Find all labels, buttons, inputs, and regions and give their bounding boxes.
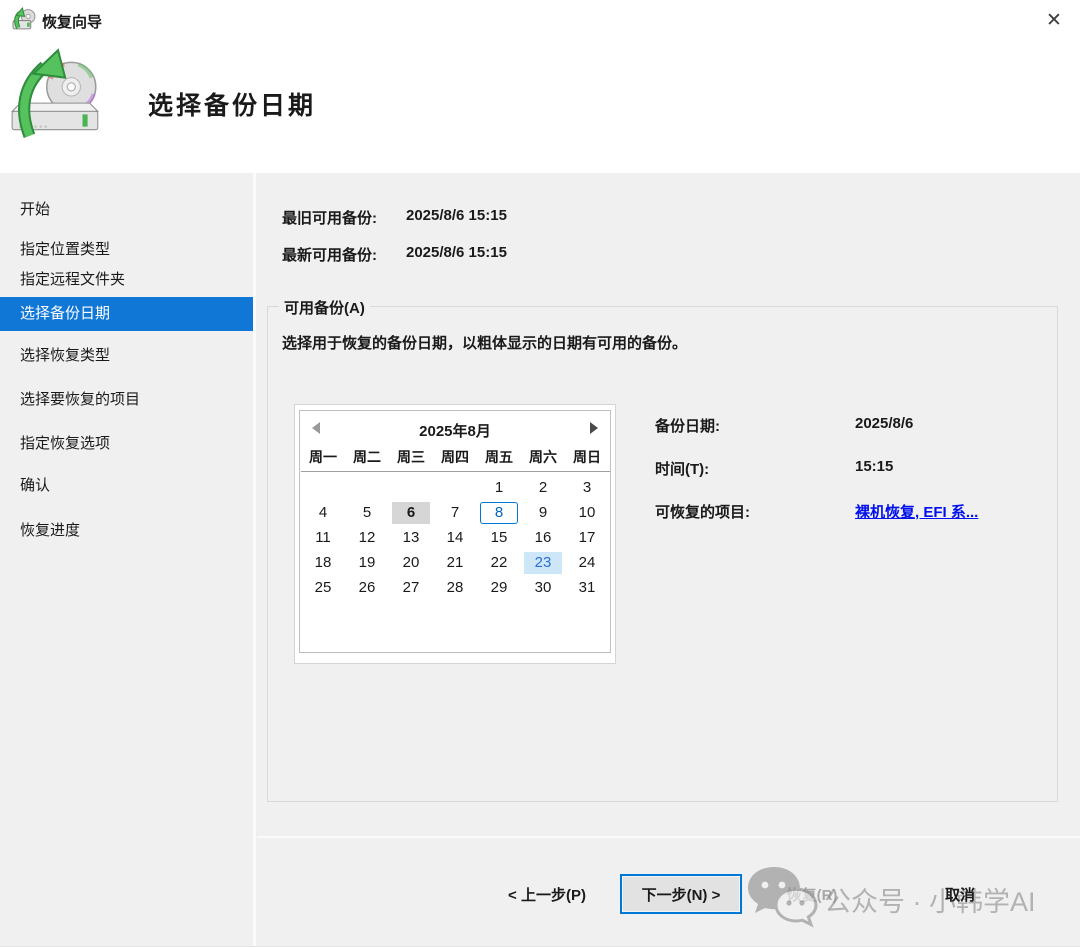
calendar-day-empty xyxy=(348,477,386,499)
weekday-label: 周四 xyxy=(441,447,469,467)
calendar-next-month-icon[interactable] xyxy=(590,422,598,434)
calendar-day-28[interactable]: 28 xyxy=(436,577,474,599)
calendar-day-12[interactable]: 12 xyxy=(348,527,386,549)
calendar-day-24[interactable]: 24 xyxy=(568,552,606,574)
weekday-label: 周二 xyxy=(353,447,381,467)
groupbox-title: 可用备份(A) xyxy=(279,297,370,318)
cancel-button[interactable]: 取消 xyxy=(912,884,1008,905)
weekday-label: 周一 xyxy=(309,447,337,467)
calendar-day-27[interactable]: 27 xyxy=(392,577,430,599)
app-restore-icon xyxy=(12,7,37,32)
calendar-day-25[interactable]: 25 xyxy=(304,577,342,599)
sidebar-divider xyxy=(253,173,256,946)
backup-date-label: 备份日期: xyxy=(655,415,720,436)
recoverable-items-link[interactable]: 裸机恢复, EFI 系... xyxy=(855,501,978,522)
calendar-day-22[interactable]: 22 xyxy=(480,552,518,574)
calendar-day-empty xyxy=(392,477,430,499)
calendar-day-16[interactable]: 16 xyxy=(524,527,562,549)
calendar-day-26[interactable]: 26 xyxy=(348,577,386,599)
oldest-backup-label: 最旧可用备份: xyxy=(282,207,377,228)
calendar-day-4[interactable]: 4 xyxy=(304,502,342,524)
backup-time-value: 15:15 xyxy=(855,458,893,475)
calendar-day-18[interactable]: 18 xyxy=(304,552,342,574)
calendar-day-7[interactable]: 7 xyxy=(436,502,474,524)
weekday-label: 周六 xyxy=(529,447,557,467)
calendar-day-30[interactable]: 30 xyxy=(524,577,562,599)
weekday-label: 周日 xyxy=(573,447,601,467)
calendar-day-5[interactable]: 5 xyxy=(348,502,386,524)
calendar-day-19[interactable]: 19 xyxy=(348,552,386,574)
calendar-day-11[interactable]: 11 xyxy=(304,527,342,549)
newest-backup-value: 2025/8/6 15:15 xyxy=(406,244,507,261)
calendar-day-6[interactable]: 6 xyxy=(392,502,430,524)
calendar-day-10[interactable]: 10 xyxy=(568,502,606,524)
calendar-day-14[interactable]: 14 xyxy=(436,527,474,549)
calendar-day-empty xyxy=(304,477,342,499)
recover-button[interactable]: 恢复(R) xyxy=(760,884,864,905)
calendar-day-2[interactable]: 2 xyxy=(524,477,562,499)
calendar-day-empty xyxy=(436,477,474,499)
calendar-day-3[interactable]: 3 xyxy=(568,477,606,499)
backup-date-calendar: 2025年8月 周一周二周三周四周五周六周日 12345678910111213… xyxy=(299,410,611,653)
window-title: 恢复向导 xyxy=(42,11,102,32)
button-bar-separator xyxy=(257,836,1080,838)
newest-backup-label: 最新可用备份: xyxy=(282,244,377,265)
calendar-day-8[interactable]: 8 xyxy=(480,502,518,524)
calendar-day-23[interactable]: 23 xyxy=(524,552,562,574)
calendar-day-9[interactable]: 9 xyxy=(524,502,562,524)
calendar-day-21[interactable]: 21 xyxy=(436,552,474,574)
back-button[interactable]: < 上一步(P) xyxy=(487,884,607,905)
weekday-label: 周五 xyxy=(485,447,513,467)
oldest-backup-value: 2025/8/6 15:15 xyxy=(406,207,507,224)
groupbox-description: 选择用于恢复的备份日期，以粗体显示的日期有可用的备份。 xyxy=(282,332,687,353)
calendar-day-31[interactable]: 31 xyxy=(568,577,606,599)
backup-time-label: 时间(T): xyxy=(655,458,709,479)
page-title: 选择备份日期 xyxy=(148,86,316,122)
calendar-day-20[interactable]: 20 xyxy=(392,552,430,574)
calendar-day-15[interactable]: 15 xyxy=(480,527,518,549)
next-button[interactable]: 下一步(N) > xyxy=(620,874,742,914)
calendar-day-29[interactable]: 29 xyxy=(480,577,518,599)
calendar-day-13[interactable]: 13 xyxy=(392,527,430,549)
calendar-day-17[interactable]: 17 xyxy=(568,527,606,549)
weekday-label: 周三 xyxy=(397,447,425,467)
calendar-month-label: 2025年8月 xyxy=(300,420,610,441)
calendar-day-1[interactable]: 1 xyxy=(480,477,518,499)
recovery-wizard-window: 恢复向导 ✕ 选择备份日期 开始指定位置类型指定远程文件夹选择备份日期选择恢复类… xyxy=(0,0,1080,947)
close-icon[interactable]: ✕ xyxy=(1036,6,1072,36)
restore-drive-icon xyxy=(6,46,108,143)
backup-date-value: 2025/8/6 xyxy=(855,415,913,432)
recoverable-items-label: 可恢复的项目: xyxy=(655,501,750,522)
